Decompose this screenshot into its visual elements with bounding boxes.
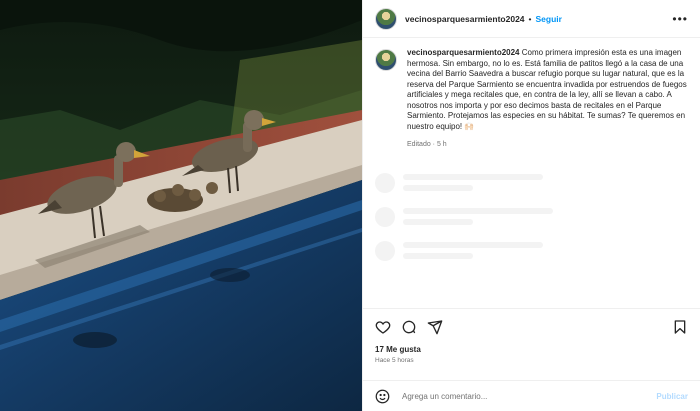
placeholder-line bbox=[403, 242, 543, 248]
loading-placeholder bbox=[375, 240, 688, 261]
likes-count[interactable]: 17 Me gusta bbox=[375, 345, 688, 354]
caption-username[interactable]: vecinosparquesarmiento2024 bbox=[407, 48, 520, 57]
header-username[interactable]: vecinosparquesarmiento2024 bbox=[405, 14, 525, 24]
placeholder-line bbox=[403, 174, 543, 180]
placeholder-line bbox=[403, 208, 553, 214]
placeholder-avatar bbox=[375, 240, 395, 261]
comment-icon[interactable] bbox=[401, 319, 417, 335]
post-side-panel: vecinosparquesarmiento2024 • Seguir ••• … bbox=[362, 0, 700, 411]
post-photo[interactable] bbox=[0, 0, 362, 411]
caption-avatar[interactable] bbox=[375, 49, 397, 71]
placeholder-line bbox=[403, 185, 473, 191]
post-header: vecinosparquesarmiento2024 • Seguir ••• bbox=[363, 0, 700, 38]
placeholder-line bbox=[403, 253, 473, 259]
instagram-post: vecinosparquesarmiento2024 • Seguir ••• … bbox=[0, 0, 700, 411]
placeholder-line bbox=[403, 219, 473, 225]
comment-input[interactable] bbox=[402, 391, 657, 401]
caption-meta: Editado · 5 h bbox=[407, 141, 447, 148]
avatar[interactable] bbox=[375, 7, 397, 30]
heart-icon[interactable] bbox=[375, 319, 391, 335]
placeholder-avatar bbox=[375, 206, 395, 227]
loading-placeholder bbox=[375, 172, 688, 193]
caption-body: vecinosparquesarmiento2024 Como primera … bbox=[407, 48, 688, 151]
caption-text: Como primera impresión esta es una image… bbox=[407, 48, 687, 131]
placeholder-lines bbox=[403, 242, 543, 259]
share-icon[interactable] bbox=[427, 319, 443, 335]
follow-button[interactable]: Seguir bbox=[536, 14, 562, 24]
more-horizontal-icon[interactable]: ••• bbox=[672, 12, 688, 26]
ducks-pool-image bbox=[0, 0, 362, 411]
comments-area[interactable]: vecinosparquesarmiento2024 Como primera … bbox=[363, 38, 700, 308]
caption: vecinosparquesarmiento2024 Como primera … bbox=[375, 48, 688, 151]
placeholder-lines bbox=[403, 208, 553, 225]
placeholder-avatar bbox=[375, 172, 395, 193]
action-icons bbox=[375, 317, 688, 337]
post-actions: 17 Me gusta Hace 5 horas bbox=[363, 308, 700, 380]
emoji-icon[interactable] bbox=[375, 389, 390, 404]
add-comment-bar: Publicar bbox=[363, 380, 700, 411]
bookmark-icon[interactable] bbox=[672, 319, 688, 335]
placeholder-lines bbox=[403, 174, 543, 191]
separator-dot: • bbox=[528, 13, 532, 24]
loading-placeholder bbox=[375, 206, 688, 227]
post-time: Hace 5 horas bbox=[375, 357, 414, 364]
publish-button[interactable]: Publicar bbox=[656, 392, 688, 401]
